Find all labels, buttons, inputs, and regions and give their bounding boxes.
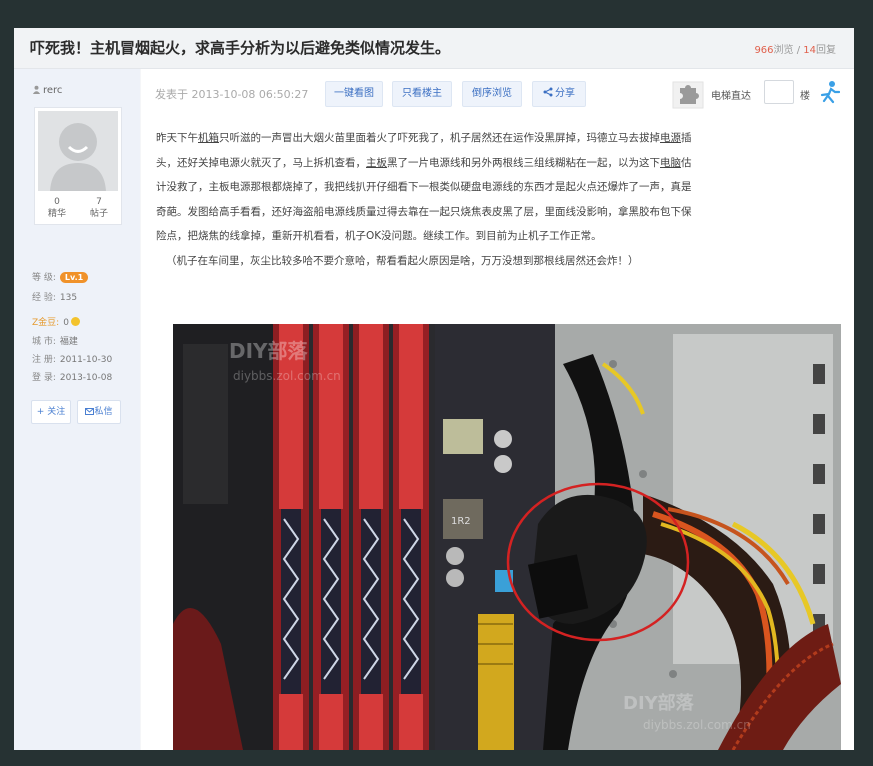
share-button[interactable]: 分享 — [532, 81, 586, 107]
post-paragraph: 昨天下午机箱只听滋的一声冒出大烟火苗里面着火了吓死我了，机子居然还在运作没黑屏掉… — [156, 126, 696, 249]
login-row: 登 录: 2013-10-08 — [32, 370, 112, 383]
view-count: 966 — [754, 45, 774, 56]
city-key: 城 市: — [32, 337, 56, 347]
view-label: 浏览 — [773, 45, 794, 56]
posts-stat: 7 帖子 — [79, 196, 119, 220]
exp-key: 经 验: — [32, 293, 56, 303]
view-all-images-button[interactable]: 一键看图 — [325, 81, 383, 107]
post-main: 发表于 2013-10-08 06:50:27 一键看图 只看楼主 倒序浏览 分… — [141, 69, 854, 750]
posts-count: 7 — [96, 197, 102, 207]
reply-count: 14 — [803, 45, 816, 56]
watermark-brand: DIY部落 — [229, 339, 309, 363]
message-button[interactable]: 私信 — [77, 400, 121, 424]
keyword-link-computer[interactable]: 电脑 — [660, 157, 681, 169]
post-note: （机子在车间里，灰尘比较多哈不要介意哈，帮看看起火原因是啥，万万没想到那根线居然… — [166, 254, 639, 267]
body-text: 黑了一片电源线和另外两根线三组线糊粘在一起，以为这下 — [387, 156, 660, 169]
default-avatar-icon — [38, 111, 118, 191]
level-key: 等 级: — [32, 273, 56, 283]
only-author-button[interactable]: 只看楼主 — [392, 81, 452, 107]
watermark-url: diybbs.zol.com.cn — [643, 718, 751, 732]
floor-jump-input[interactable] — [764, 80, 794, 104]
elevator-go-icon[interactable] — [818, 80, 840, 104]
exp-row: 经 验: 135 — [32, 290, 77, 303]
essence-stat: 0 精华 — [37, 196, 77, 220]
essence-label: 精华 — [47, 209, 66, 219]
login-date: 2013-10-08 — [59, 373, 113, 383]
floor-label: 楼 — [800, 91, 810, 102]
watermark-brand: DIY部落 — [623, 692, 695, 714]
posts-label: 帖子 — [89, 209, 108, 219]
puzzle-icon[interactable] — [672, 81, 704, 109]
post-content: 昨天下午机箱只听滋的一声冒出大烟火苗里面着火了吓死我了，机子居然还在运作没黑屏掉… — [156, 126, 696, 273]
exp-value: 135 — [59, 293, 78, 303]
essence-count: 0 — [54, 197, 60, 207]
gold-key[interactable]: Z金豆: — [32, 318, 59, 328]
body-text: 昨天下午 — [156, 132, 198, 144]
reverse-order-button[interactable]: 倒序浏览 — [462, 81, 522, 107]
thread-title: 吓死我！主机冒烟起火，求高手分析为以后避免类似情况发生。 — [30, 39, 451, 57]
watermark-url: diybbs.zol.com.cn — [233, 369, 341, 383]
author-name: rerc — [43, 85, 63, 96]
share-icon — [543, 87, 553, 97]
follow-button[interactable]: + 关注 — [31, 400, 71, 424]
chip-label: 1R2 — [451, 516, 471, 527]
author-name-link[interactable]: rerc — [32, 85, 62, 96]
thread-page: 吓死我！主机冒烟起火，求高手分析为以后避免类似情况发生。 966浏览 / 14回… — [14, 28, 854, 750]
coin-icon — [70, 317, 80, 326]
burnt-cables-photo: 1R2 DIY部落 diybbs.zol.com.cn DIY部落 diybbs… — [173, 324, 841, 750]
message-label: 私信 — [94, 407, 113, 417]
level-badge: Lv.1 — [59, 272, 89, 283]
avatar[interactable] — [38, 111, 118, 191]
jump-label: 电梯直达 — [711, 91, 751, 102]
register-key: 注 册: — [32, 355, 56, 365]
post-time: 发表于 2013-10-08 06:50:27 — [155, 88, 309, 101]
city-row: 城 市: 福建 — [32, 334, 78, 347]
gold-value: 0 — [63, 318, 69, 328]
user-icon — [32, 85, 41, 94]
login-key: 登 录: — [32, 373, 56, 383]
author-sidebar: rerc 0 精华 7 帖子 等 级: Lv.1 经 验: 135 Z金豆: 0… — [14, 69, 140, 750]
thread-title-bar: 吓死我！主机冒烟起火，求高手分析为以后避免类似情况发生。 966浏览 / 14回… — [14, 28, 854, 69]
body-text: 只听滋的一声冒出大烟火苗里面着火了吓死我了，机子居然还在运作没黑屏掉，玛德立马去… — [219, 132, 660, 144]
keyword-link-case[interactable]: 机箱 — [198, 132, 219, 144]
body-text: 估计没救了，主板电源那根都烧掉了，我把线扒开仔细看下一根类似硬盘电源线的东西才是… — [156, 156, 692, 243]
share-label: 分享 — [555, 88, 575, 99]
register-row: 注 册: 2011-10-30 — [32, 352, 112, 365]
keyword-link-motherboard[interactable]: 主板 — [366, 157, 387, 169]
thread-stats: 966浏览 / 14回复 — [754, 45, 836, 56]
reply-label: 回复 — [816, 45, 836, 56]
post-photo[interactable]: 1R2 DIY部落 diybbs.zol.com.cn DIY部落 diybbs… — [173, 324, 841, 750]
avatar-card: 0 精华 7 帖子 — [34, 107, 122, 225]
level-row: 等 级: Lv.1 — [32, 270, 89, 283]
keyword-link-power[interactable]: 电源 — [660, 132, 681, 144]
gold-row: Z金豆: 0 — [32, 315, 80, 328]
register-date: 2011-10-30 — [59, 355, 113, 365]
city-value: 福建 — [59, 337, 78, 347]
